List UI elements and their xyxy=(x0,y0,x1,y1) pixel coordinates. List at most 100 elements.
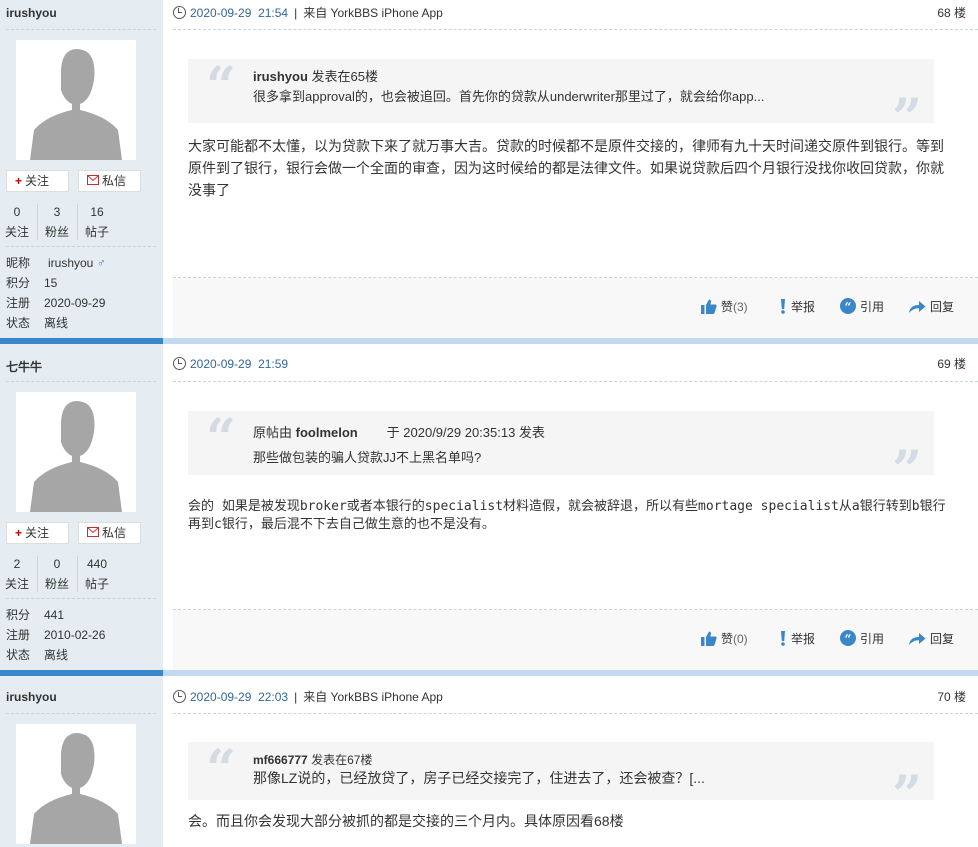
avatar[interactable] xyxy=(16,724,136,844)
quote-block: “ mf666777 发表在67楼 那像LZ说的，已经放贷了，房子已经交接完了，… xyxy=(188,742,934,822)
post-time: 22:03 xyxy=(258,690,289,704)
like-button[interactable]: 赞(3) xyxy=(701,298,748,316)
follow-button[interactable]: + 关注 xyxy=(6,170,69,192)
post-date: 2020-09-29 xyxy=(190,6,252,20)
report-button[interactable]: 举报 xyxy=(779,630,815,648)
quote-user[interactable]: foolmelon xyxy=(296,425,358,440)
post-date: 2020-09-29 xyxy=(190,690,252,704)
stat-following[interactable]: 0 关注 xyxy=(2,202,32,242)
avatar[interactable] xyxy=(16,40,136,160)
quote-label: 引用 xyxy=(860,632,885,646)
stat-value: 0 xyxy=(13,205,21,219)
post-source: 来自 YorkBBS iPhone App xyxy=(303,6,443,20)
stat-value: 2 xyxy=(13,557,21,571)
male-icon: ♂ xyxy=(96,256,106,270)
info-status: 状态 离线 xyxy=(6,313,68,333)
like-count: (3) xyxy=(733,300,748,314)
post-70: irushyou 2020-09-29 22:03 | 来自 YorkBBS iPh… xyxy=(0,676,978,847)
quote-user[interactable]: irushyou xyxy=(253,69,308,84)
info-register: 注册 2020-09-29 xyxy=(6,293,105,313)
divider xyxy=(37,204,38,240)
floor-number[interactable]: 70 楼 xyxy=(937,689,966,705)
plus-icon: + xyxy=(15,526,23,540)
stat-label: 关注 xyxy=(4,225,29,239)
post-body: 会的 如果是被发现broker或者本银行的specialist材料造假，就会被辞… xyxy=(188,499,946,532)
quote-open-icon: “ xyxy=(206,408,236,469)
quote-block: “ irushyou 发表在65楼 很多拿到approval的，也会被追回。首先… xyxy=(188,59,934,145)
stat-value: 3 xyxy=(53,205,61,219)
reply-label: 回复 xyxy=(930,300,955,314)
post-68: irushyou + 关注 私信 0 关注 3 粉丝 16 帖子 昵称 irushyou … xyxy=(0,0,978,338)
svg-text:“: “ xyxy=(845,300,852,314)
quote-button[interactable]: “ 引用 xyxy=(840,298,884,316)
post-actions: 赞(0) 举报 “ 引用 回复 xyxy=(173,610,978,670)
quote-block: “ 原帖由 foolmelon 于 2020/9/29 20:35:13 发表 … xyxy=(188,408,934,497)
svg-text:“: “ xyxy=(845,632,852,646)
like-button[interactable]: 赞(0) xyxy=(701,630,748,648)
info-nickname: 昵称 irushyou ♂ xyxy=(6,253,106,273)
stat-posts[interactable]: 16 帖子 xyxy=(82,202,112,242)
post-main: 2020-09-29 21:59 69 楼 “ 原帖由 foolmelon 于 … xyxy=(163,344,978,670)
stat-followers[interactable]: 3 粉丝 xyxy=(42,202,72,242)
stat-posts[interactable]: 440 帖子 xyxy=(82,554,112,594)
info-register: 注册 2010-02-26 xyxy=(6,625,105,645)
plus-icon: + xyxy=(15,174,23,188)
post-time: 21:54 xyxy=(258,6,289,20)
divider xyxy=(6,246,156,247)
quote-button[interactable]: “ 引用 xyxy=(840,630,884,648)
exclamation-icon xyxy=(781,631,785,646)
quote-user[interactable]: mf666777 xyxy=(253,753,308,767)
divider xyxy=(37,556,38,592)
quote-text: 很多拿到approval的，也会被追回。首先你的贷款从underwriter那里… xyxy=(253,89,765,104)
points-value: 15 xyxy=(44,276,58,290)
stat-value: 440 xyxy=(86,557,108,571)
info-points: 积分 441 xyxy=(6,605,64,625)
floor-number[interactable]: 69 楼 xyxy=(937,356,966,372)
reply-button[interactable]: 回复 xyxy=(908,298,954,316)
stat-following[interactable]: 2 关注 xyxy=(2,554,32,594)
floor-number[interactable]: 68 楼 xyxy=(937,5,966,21)
stat-label: 粉丝 xyxy=(44,577,69,591)
divider xyxy=(173,713,978,714)
info-label: 状态 xyxy=(6,648,31,662)
stat-value: 16 xyxy=(90,205,104,219)
envelope-icon xyxy=(87,171,99,191)
avatar-icon xyxy=(16,40,136,160)
post-69: 七牛牛 + 关注 私信 2 关注 0 粉丝 440 帖子 积分 441 注册 2010-02… xyxy=(0,344,978,670)
quote-label: 引用 xyxy=(860,300,885,314)
post-body: 会。而且你会发现大部分被抓的都是交接的三个月内。具体原因看68楼 xyxy=(188,813,624,829)
report-button[interactable]: 举报 xyxy=(779,298,815,316)
post-source: 来自 YorkBBS iPhone App xyxy=(303,690,443,704)
separator: | xyxy=(294,6,298,20)
info-label: 注册 xyxy=(6,296,31,310)
author-sidebar: irushyou xyxy=(0,676,163,847)
author-name[interactable]: 七牛牛 xyxy=(6,358,42,375)
report-label: 举报 xyxy=(791,632,816,646)
info-points: 积分 15 xyxy=(6,273,57,293)
avatar-icon xyxy=(16,724,136,844)
follow-button[interactable]: + 关注 xyxy=(6,522,69,544)
reply-button[interactable]: 回复 xyxy=(908,630,954,648)
author-name[interactable]: irushyou xyxy=(6,6,57,20)
follow-label: 关注 xyxy=(25,174,50,188)
reply-arrow-icon xyxy=(909,301,926,313)
message-label: 私信 xyxy=(102,526,127,540)
quote-icon: “ xyxy=(840,630,856,646)
like-count: (0) xyxy=(733,632,748,646)
message-button[interactable]: 私信 xyxy=(78,522,141,544)
clock-icon xyxy=(173,357,186,370)
quote-text: 那些做包装的骗人贷款JJ不上黑名单吗? xyxy=(253,450,482,465)
avatar[interactable] xyxy=(16,392,136,512)
envelope-icon xyxy=(87,523,99,543)
author-name[interactable]: irushyou xyxy=(6,690,57,704)
info-label: 积分 xyxy=(6,276,31,290)
quote-header: mf666777 发表在67楼 xyxy=(253,752,372,768)
quote-header: 原帖由 foolmelon 于 2020/9/29 20:35:13 发表 xyxy=(253,424,545,442)
message-button[interactable]: 私信 xyxy=(78,170,141,192)
stat-followers[interactable]: 0 粉丝 xyxy=(42,554,72,594)
post-meta: 2020-09-29 22:03 | 来自 YorkBBS iPhone App xyxy=(173,689,443,705)
post-meta: 2020-09-29 21:59 xyxy=(173,356,288,372)
author-sidebar: 七牛牛 + 关注 私信 2 关注 0 粉丝 440 帖子 积分 441 注册 2010-02… xyxy=(0,344,163,670)
quote-close-icon: ” xyxy=(892,440,922,501)
separator: | xyxy=(294,690,298,704)
